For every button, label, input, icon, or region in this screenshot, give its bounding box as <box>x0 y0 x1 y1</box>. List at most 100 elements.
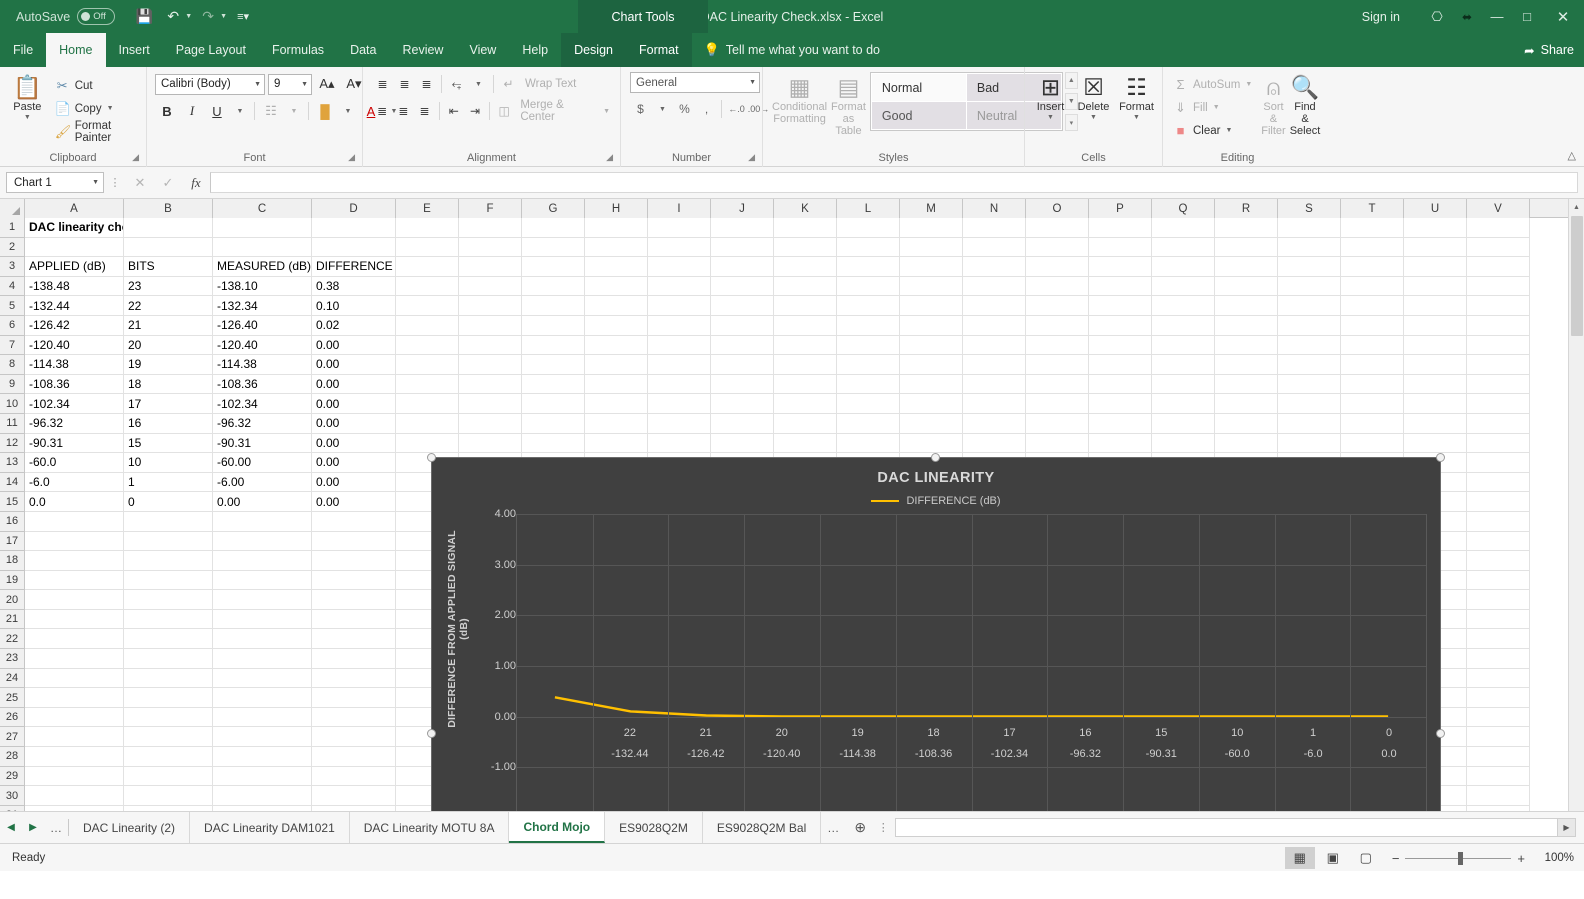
find-select-button[interactable]: 🔍 Find & Select <box>1290 72 1321 137</box>
cell-U8[interactable] <box>1404 355 1467 375</box>
cell-C2[interactable] <box>213 237 312 258</box>
row-header-27[interactable]: 27 <box>0 727 24 748</box>
cell-H5[interactable] <box>585 296 648 316</box>
cell-B8[interactable]: 19 <box>124 355 213 375</box>
cell-J3[interactable] <box>711 257 774 277</box>
wrap-text-button[interactable]: Wrap Text <box>520 74 581 95</box>
sheet-tabs-overflow-icon[interactable]: … <box>821 812 845 843</box>
font-family-combo[interactable]: Calibri (Body) ▼ <box>155 73 265 95</box>
cell-D3[interactable]: DIFFERENCE (dB) <box>312 257 396 277</box>
cell-D25[interactable] <box>312 688 396 708</box>
cell-L1[interactable] <box>837 218 900 238</box>
row-header-7[interactable]: 7 <box>0 336 24 356</box>
row-header-21[interactable]: 21 <box>0 610 24 630</box>
cell-E4[interactable] <box>396 276 459 297</box>
cell-M7[interactable] <box>900 335 963 356</box>
cell-L12[interactable] <box>837 433 900 454</box>
cell-F3[interactable] <box>459 257 522 277</box>
cell-U6[interactable] <box>1404 315 1467 336</box>
cell-B22[interactable] <box>124 629 213 650</box>
clear-button[interactable]: ■ Clear ▼ <box>1168 120 1257 141</box>
cell-G8[interactable] <box>522 355 585 375</box>
orientation-icon[interactable]: ⥆ <box>446 74 467 95</box>
row-header-14[interactable]: 14 <box>0 473 24 493</box>
resize-handle-e[interactable] <box>1436 728 1445 738</box>
row-header-23[interactable]: 23 <box>0 649 24 669</box>
cell-Q7[interactable] <box>1152 335 1215 356</box>
row-header-10[interactable]: 10 <box>0 394 24 414</box>
cell-A31[interactable] <box>25 805 124 811</box>
cell-D11[interactable]: 0.00 <box>312 413 396 434</box>
chart-legend[interactable]: DIFFERENCE (dB) <box>432 495 1440 507</box>
cell-Q10[interactable] <box>1152 394 1215 414</box>
cell-U11[interactable] <box>1404 413 1467 434</box>
cell-D17[interactable] <box>312 531 396 552</box>
cell-I1[interactable] <box>648 218 711 238</box>
cell-F7[interactable] <box>459 335 522 356</box>
column-header-B[interactable]: B <box>124 199 213 218</box>
autosum-button[interactable]: Σ AutoSum ▼ <box>1168 74 1257 95</box>
new-sheet-button[interactable]: ⊕ <box>845 812 875 843</box>
format-cells-button[interactable]: ☷ Format ▼ <box>1116 72 1157 121</box>
align-right-icon[interactable]: ≣ <box>414 101 434 122</box>
cell-U12[interactable] <box>1404 433 1467 454</box>
row-header-1[interactable]: 1 <box>0 218 24 238</box>
cell-H11[interactable] <box>585 413 648 434</box>
cell-C6[interactable]: -126.40 <box>213 315 312 336</box>
cell-V31[interactable] <box>1467 805 1530 811</box>
resize-handle-ne[interactable] <box>1436 453 1445 462</box>
cell-J12[interactable] <box>711 433 774 454</box>
resize-handle-n[interactable] <box>931 453 940 462</box>
cell-V12[interactable] <box>1467 433 1530 454</box>
cell-U1[interactable] <box>1404 218 1467 238</box>
cell-L10[interactable] <box>837 394 900 414</box>
zoom-thumb[interactable] <box>1458 851 1464 865</box>
cell-B28[interactable] <box>124 747 213 767</box>
cell-V24[interactable] <box>1467 668 1530 689</box>
cell-A23[interactable] <box>25 649 124 669</box>
cell-R6[interactable] <box>1215 315 1278 336</box>
cell-F9[interactable] <box>459 374 522 395</box>
cell-A15[interactable]: 0.0 <box>25 492 124 512</box>
cell-D15[interactable]: 0.00 <box>312 492 396 512</box>
cell-I3[interactable] <box>648 257 711 277</box>
cell-S3[interactable] <box>1278 257 1341 277</box>
cell-L6[interactable] <box>837 315 900 336</box>
cell-N2[interactable] <box>963 237 1026 258</box>
cell-I7[interactable] <box>648 335 711 356</box>
cell-F11[interactable] <box>459 413 522 434</box>
row-header-29[interactable]: 29 <box>0 767 24 787</box>
fill-button[interactable]: ⇓ Fill ▼ <box>1168 97 1257 118</box>
cell-B19[interactable] <box>124 570 213 591</box>
cell-B26[interactable] <box>124 707 213 728</box>
select-all-corner[interactable] <box>0 199 25 218</box>
row-header-8[interactable]: 8 <box>0 355 24 375</box>
row-header-22[interactable]: 22 <box>0 629 24 650</box>
number-format-combo[interactable]: General ▼ <box>630 72 760 93</box>
cell-A28[interactable] <box>25 747 124 767</box>
cell-B9[interactable]: 18 <box>124 374 213 395</box>
cell-C24[interactable] <box>213 668 312 689</box>
cell-C30[interactable] <box>213 786 312 806</box>
cell-C5[interactable]: -132.34 <box>213 296 312 316</box>
column-header-N[interactable]: N <box>963 199 1026 218</box>
cell-N5[interactable] <box>963 296 1026 316</box>
cell-A21[interactable] <box>25 609 124 630</box>
cell-R2[interactable] <box>1215 237 1278 258</box>
cut-button[interactable]: ✂ Cut <box>50 75 141 96</box>
cell-L11[interactable] <box>837 413 900 434</box>
font-dialog-launcher-icon[interactable]: ◢ <box>348 149 355 166</box>
cell-V9[interactable] <box>1467 374 1530 395</box>
column-header-F[interactable]: F <box>459 199 522 218</box>
cell-C20[interactable] <box>213 590 312 610</box>
cell-J10[interactable] <box>711 394 774 414</box>
cell-V22[interactable] <box>1467 629 1530 650</box>
cell-H8[interactable] <box>585 355 648 375</box>
cell-G7[interactable] <box>522 335 585 356</box>
cell-F1[interactable] <box>459 218 522 238</box>
cell-P5[interactable] <box>1089 296 1152 316</box>
sheet-tab-dac-linearity-2-[interactable]: DAC Linearity (2) <box>69 812 191 843</box>
cell-B31[interactable] <box>124 805 213 811</box>
cell-L9[interactable] <box>837 374 900 395</box>
cell-L3[interactable] <box>837 257 900 277</box>
